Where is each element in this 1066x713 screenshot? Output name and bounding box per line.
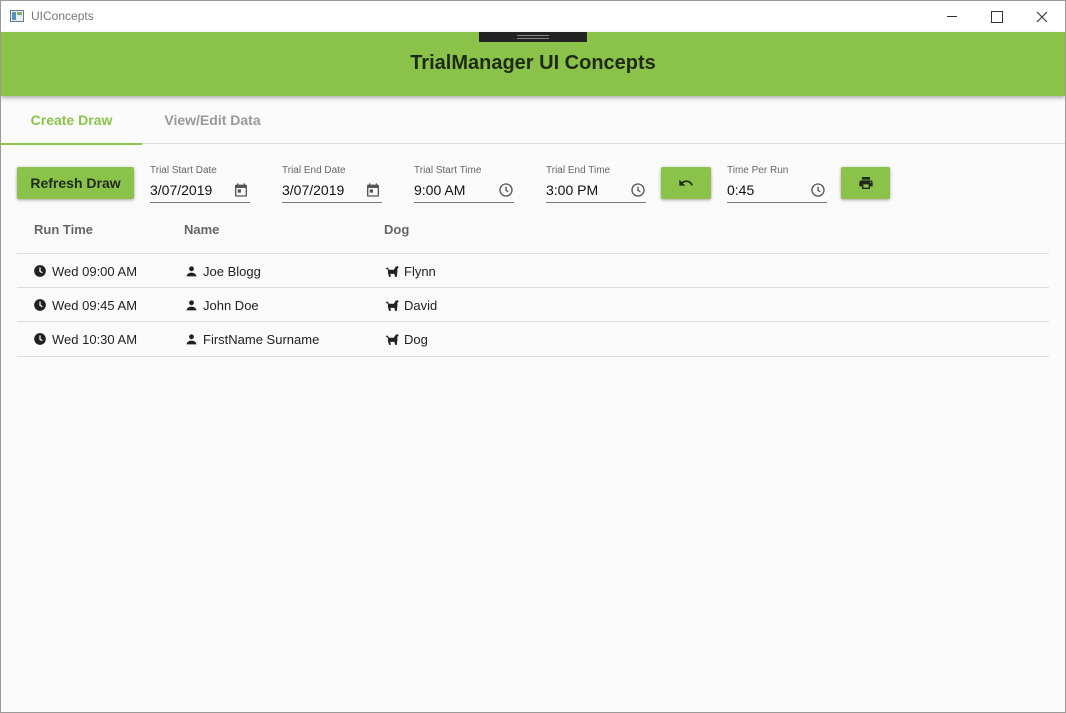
handler-name-value: FirstName Surname <box>203 331 320 347</box>
trial-start-date-value[interactable]: 3/07/2019 <box>150 182 212 198</box>
trial-start-time-value[interactable]: 9:00 AM <box>414 182 465 198</box>
page-title: TrialManager UI Concepts <box>410 52 656 74</box>
time-per-run-label: Time Per Run <box>727 165 789 176</box>
column-header-dog[interactable]: Dog <box>384 222 409 237</box>
clock-icon <box>34 299 46 311</box>
undo-icon <box>679 179 693 186</box>
trial-end-time-label: Trial End Time <box>546 165 611 176</box>
print-icon <box>858 177 873 189</box>
calendar-icon[interactable] <box>233 182 249 198</box>
trial-start-time-underline <box>414 202 514 203</box>
run-time-value: Wed 09:00 AM <box>52 263 138 279</box>
drag-handle[interactable] <box>479 32 587 42</box>
table-header: Run Time Name Dog <box>17 206 1049 254</box>
person-icon <box>186 265 197 276</box>
trial-start-date-label: Trial Start Date <box>150 165 217 176</box>
tab-bar: Create Draw View/Edit Data <box>1 96 1065 145</box>
app-header: TrialManager UI Concepts <box>1 32 1065 96</box>
clock-icon[interactable] <box>498 182 514 198</box>
app-icon <box>10 10 24 22</box>
time-per-run-value[interactable]: 0:45 <box>727 182 754 198</box>
refresh-draw-button[interactable]: Refresh Draw <box>17 167 134 199</box>
trial-end-date-label: Trial End Date <box>282 165 346 176</box>
trial-start-time-field[interactable]: Trial Start Time 9:00 AM <box>414 165 514 205</box>
column-header-run-time[interactable]: Run Time <box>34 222 93 237</box>
clock-icon <box>34 333 46 345</box>
column-header-name[interactable]: Name <box>184 222 219 237</box>
trial-end-date-field[interactable]: Trial End Date 3/07/2019 <box>282 165 382 205</box>
tab-create-draw[interactable]: Create Draw <box>1 96 142 145</box>
close-button[interactable] <box>1019 1 1065 32</box>
run-time-value: Wed 10:30 AM <box>52 331 138 347</box>
person-icon <box>186 299 197 310</box>
trial-start-date-underline <box>150 202 250 203</box>
dog-name-value: Flynn <box>404 263 436 279</box>
clock-icon[interactable] <box>810 182 826 198</box>
maximize-button[interactable] <box>974 1 1020 32</box>
trial-end-date-value[interactable]: 3/07/2019 <box>282 182 344 198</box>
trial-end-time-value[interactable]: 3:00 PM <box>546 182 598 198</box>
time-per-run-underline <box>727 202 827 203</box>
clock-icon <box>34 265 46 277</box>
trial-start-time-label: Trial Start Time <box>414 165 482 176</box>
dog-icon <box>385 333 399 345</box>
clock-icon[interactable] <box>630 182 646 198</box>
tab-view-edit-data[interactable]: View/Edit Data <box>142 96 283 144</box>
calendar-icon[interactable] <box>365 182 381 198</box>
print-button[interactable] <box>841 167 890 199</box>
trial-end-date-underline <box>282 202 382 203</box>
trial-end-time-field[interactable]: Trial End Time 3:00 PM <box>546 165 646 205</box>
dog-name-value: Dog <box>404 331 428 347</box>
run-time-value: Wed 09:45 AM <box>52 297 138 313</box>
handler-name-value: Joe Blogg <box>203 263 261 279</box>
dog-icon <box>385 265 399 277</box>
close-icon <box>1036 11 1048 22</box>
table-row[interactable]: Wed 10:30 AM FirstName Surname Dog <box>17 322 1049 357</box>
app-window: UIConcepts TrialManager UI Concepts Crea… <box>0 0 1066 713</box>
table-row[interactable]: Wed 09:00 AM Joe Blogg Flynn <box>17 254 1049 288</box>
title-bar[interactable]: UIConcepts <box>1 1 1065 32</box>
minimize-button[interactable] <box>929 1 975 32</box>
trial-start-date-field[interactable]: Trial Start Date 3/07/2019 <box>150 165 250 205</box>
undo-button[interactable] <box>661 167 711 199</box>
handler-name-value: John Doe <box>203 297 259 313</box>
trial-end-time-underline <box>546 202 646 203</box>
dog-icon <box>385 299 399 311</box>
dog-name-value: David <box>404 297 438 313</box>
window-title: UIConcepts <box>31 9 94 23</box>
person-icon <box>186 333 197 344</box>
time-per-run-field[interactable]: Time Per Run 0:45 <box>727 165 827 205</box>
table-row[interactable]: Wed 09:45 AM John Doe David <box>17 288 1049 322</box>
